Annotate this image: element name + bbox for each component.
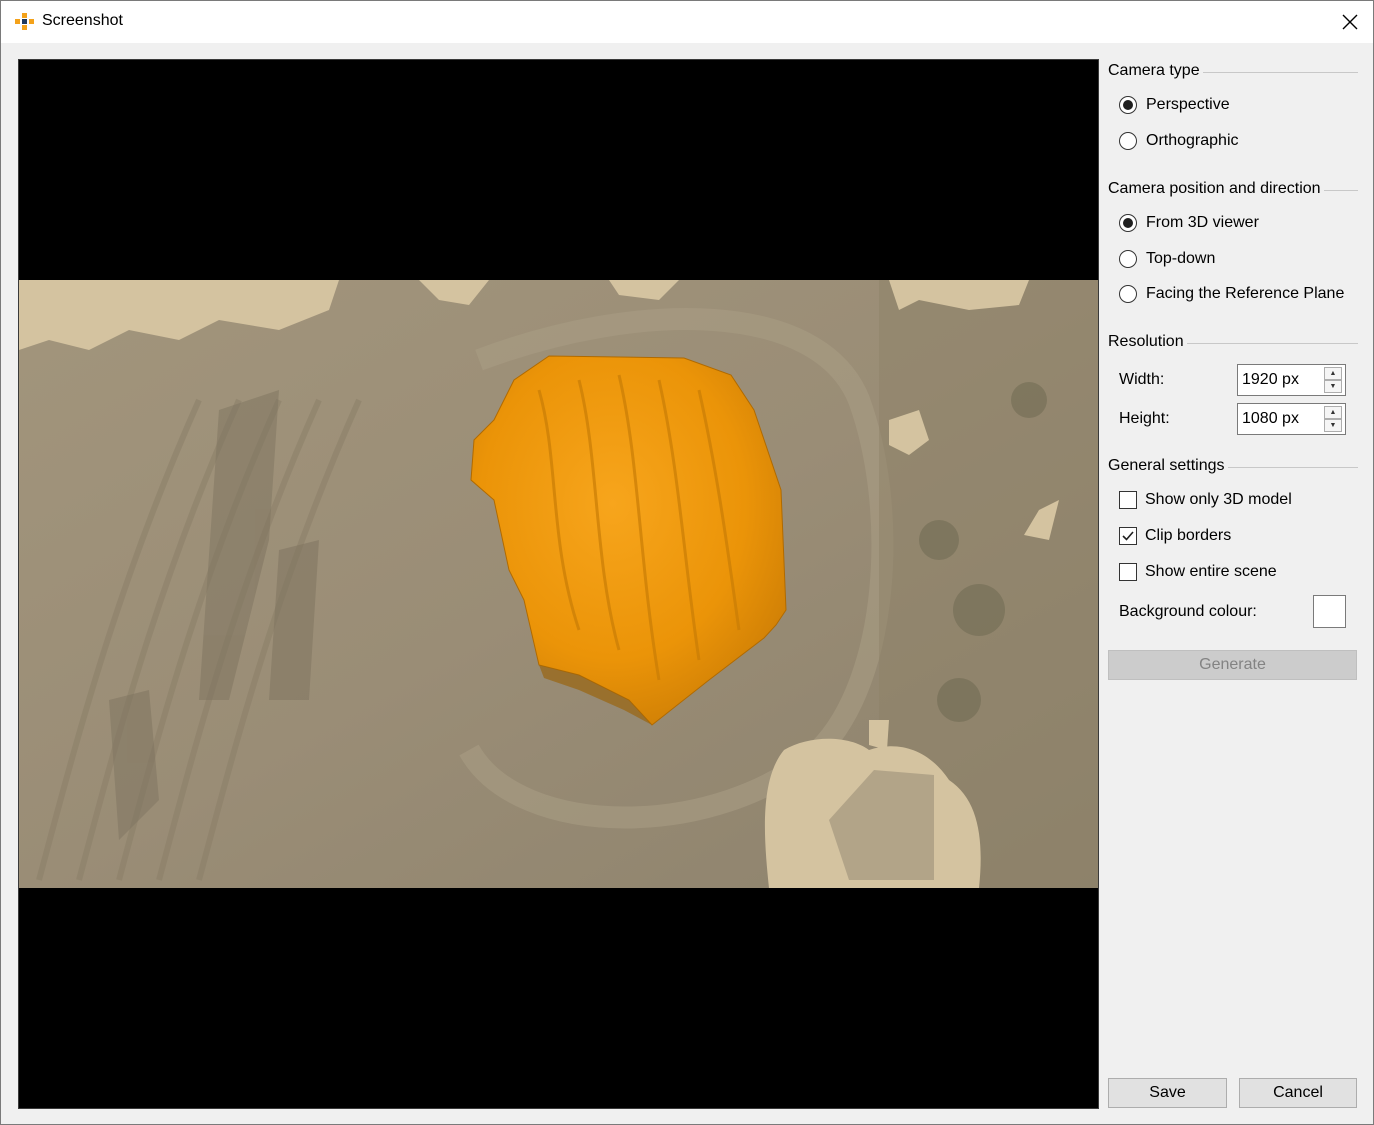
radio-button-checked[interactable] <box>1119 96 1137 114</box>
checkbox-show-entire-scene[interactable]: Show entire scene <box>1119 563 1277 581</box>
spin-up-icon[interactable]: ▲ <box>1324 367 1342 380</box>
checkbox-checked[interactable] <box>1119 527 1137 545</box>
camera-position-group-header: Camera position and direction <box>1108 180 1358 198</box>
radio-from-3d-viewer[interactable]: From 3D viewer <box>1119 214 1259 232</box>
radio-perspective[interactable]: Perspective <box>1119 96 1230 114</box>
divider <box>1227 466 1358 468</box>
checkbox[interactable] <box>1119 563 1137 581</box>
width-spin-arrows[interactable]: ▲ ▼ <box>1324 367 1342 393</box>
resolution-group-header: Resolution <box>1108 333 1358 351</box>
resolution-label: Resolution <box>1108 333 1184 350</box>
spin-down-icon[interactable]: ▼ <box>1324 380 1342 393</box>
checkbox-show-only-3d-model[interactable]: Show only 3D model <box>1119 491 1292 509</box>
general-settings-label: General settings <box>1108 457 1225 474</box>
checkbox-label: Show entire scene <box>1145 563 1277 580</box>
terrain-render <box>19 280 1098 888</box>
height-label: Height: <box>1119 410 1170 427</box>
close-button[interactable] <box>1327 1 1373 43</box>
height-spin-arrows[interactable]: ▲ ▼ <box>1324 406 1342 432</box>
radio-label: Top-down <box>1146 250 1216 267</box>
cancel-button[interactable]: Cancel <box>1239 1078 1357 1108</box>
app-logo-icon <box>15 13 34 30</box>
checkbox-clip-borders[interactable]: Clip borders <box>1119 527 1231 545</box>
window-title: Screenshot <box>42 12 123 29</box>
save-button[interactable]: Save <box>1108 1078 1227 1108</box>
radio-top-down[interactable]: Top-down <box>1119 250 1215 268</box>
close-icon <box>1342 14 1358 30</box>
divider <box>1202 71 1358 73</box>
background-colour-swatch[interactable] <box>1313 595 1346 628</box>
general-settings-group-header: General settings <box>1108 457 1358 475</box>
radio-label: From 3D viewer <box>1146 214 1259 231</box>
background-colour-label: Background colour: <box>1119 603 1257 620</box>
checkbox-label: Show only 3D model <box>1145 491 1292 508</box>
radio-label: Facing the Reference Plane <box>1146 285 1345 302</box>
terrain-preview-image <box>19 280 1098 888</box>
radio-label: Orthographic <box>1146 132 1239 149</box>
spin-down-icon[interactable]: ▼ <box>1324 419 1342 432</box>
divider <box>1323 189 1358 191</box>
checkbox[interactable] <box>1119 491 1137 509</box>
checkmark-icon <box>1122 531 1134 541</box>
camera-position-label: Camera position and direction <box>1108 180 1321 197</box>
camera-type-label: Camera type <box>1108 62 1200 79</box>
radio-button[interactable] <box>1119 250 1137 268</box>
spin-up-icon[interactable]: ▲ <box>1324 406 1342 419</box>
height-spinbox[interactable]: ▲ ▼ <box>1237 403 1346 435</box>
preview-viewport[interactable] <box>18 59 1099 1109</box>
height-input[interactable] <box>1238 404 1320 434</box>
width-input[interactable] <box>1238 365 1320 395</box>
camera-type-group-header: Camera type <box>1108 62 1358 80</box>
radio-label: Perspective <box>1146 96 1230 113</box>
divider <box>1186 342 1358 344</box>
width-spinbox[interactable]: ▲ ▼ <box>1237 364 1346 396</box>
checkbox-label: Clip borders <box>1145 527 1232 544</box>
radio-button[interactable] <box>1119 132 1137 150</box>
screenshot-dialog: Screenshot Camera type Perspective Ortho… <box>0 0 1374 1125</box>
width-label: Width: <box>1119 371 1165 388</box>
generate-button[interactable]: Generate <box>1108 650 1357 680</box>
radio-button-checked[interactable] <box>1119 214 1137 232</box>
radio-button[interactable] <box>1119 285 1137 303</box>
radio-orthographic[interactable]: Orthographic <box>1119 132 1239 150</box>
title-bar: Screenshot <box>1 1 1373 43</box>
radio-facing-reference-plane[interactable]: Facing the Reference Plane <box>1119 285 1344 303</box>
